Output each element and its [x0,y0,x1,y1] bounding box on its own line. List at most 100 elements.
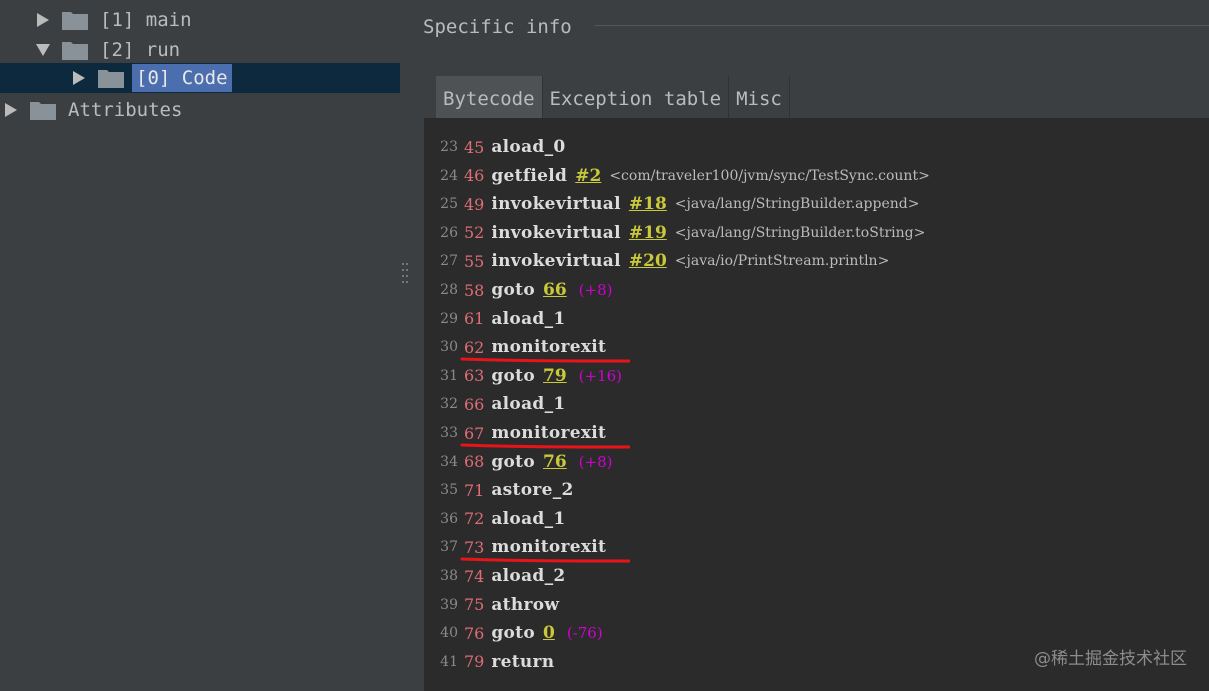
bytecode-offset: 71 [464,480,485,500]
line-number: 41 [440,653,458,670]
tree-item-label: [0] Code [132,64,232,92]
tab-bytecode[interactable]: Bytecode [436,76,543,118]
line-number: 40 [440,625,458,642]
opcode: monitorexit [491,537,607,558]
opcode: monitorexit [491,423,607,443]
bytecode-offset: 66 [464,394,485,414]
tree-item-attributes[interactable]: Attributes [2,95,186,125]
line-number: 24 [440,167,458,184]
tab-exception-table[interactable]: Exception table [542,76,730,118]
watermark: @稀土掘金技术社区 [1034,649,1187,669]
tab-bar: Bytecode Exception table Misc [436,76,790,118]
bytecode-offset: 76 [464,623,485,643]
bytecode-offset: 55 [464,251,485,271]
folder-icon [98,68,124,88]
chevron-down-icon[interactable] [34,41,52,59]
folder-icon [30,100,56,120]
code-row: 28 58 goto 66 (+8) [424,276,612,304]
line-number: 33 [440,425,458,441]
line-number: 34 [440,453,458,470]
bytecode-offset: 79 [464,652,485,672]
splitter-handle[interactable] [400,260,410,290]
line-number: 36 [440,510,458,527]
constant-reference: <java/io/PrintStream.println> [674,253,890,270]
opcode: return [491,651,555,672]
line-number: 38 [440,568,458,584]
opcode: invokevirtual [491,194,621,215]
bytecode-view[interactable]: 23 45 aload_0 24 46 getfield #2 <com/traveler10… [424,118,1209,691]
operand-link[interactable]: #19 [629,223,667,243]
operand-link[interactable]: 0 [543,623,555,643]
title-separator [595,25,1209,26]
opcode: invokevirtual [491,251,621,272]
operand-link[interactable]: #20 [629,251,667,271]
code-row: 29 61 aload_1 [424,305,566,333]
tree-item-label: Attributes [68,99,183,121]
chevron-right-icon[interactable] [70,69,88,87]
jump-delta: (+8) [578,452,613,471]
code-row: 24 46 getfield #2 <com/traveler100/jvm/sync/… [424,162,930,190]
code-row: 41 79 return [424,648,554,676]
bytecode-offset: 67 [464,423,485,443]
code-row: 26 52 invokevirtual #19 <java/lang/StringBui… [424,219,925,247]
jump-delta: (-76) [566,624,603,643]
line-number: 32 [440,396,458,413]
opcode: aload_1 [491,394,566,415]
opcode: aload_1 [491,308,566,329]
operand-link[interactable]: 79 [543,366,567,386]
bytecode-offset: 58 [464,280,485,300]
jump-delta: (+16) [578,366,623,385]
opcode: getfield [491,165,568,186]
bytecode-offset: 52 [464,223,485,243]
jump-delta: (+8) [578,281,613,299]
chevron-right-icon[interactable] [34,11,52,29]
bytecode-offset: 46 [464,166,485,186]
code-row: 27 55 invokevirtual #20 <java/io/PrintStream… [424,247,889,275]
code-row: 23 45 aload_0 [424,133,566,161]
line-number: 26 [440,224,458,241]
code-row: 31 63 goto 79 (+16) [424,362,622,390]
structure-tree-panel: [1] main [2] run [0] Code Attributes [0,0,400,691]
line-number: 39 [440,596,458,613]
tree-item-code[interactable]: [0] Code [0,63,400,93]
opcode: goto [491,451,535,472]
opcode: athrow [491,594,560,615]
bytecode-offset: 74 [464,566,485,586]
code-row: 25 49 invokevirtual #18 <java/lang/StringBui… [424,190,919,218]
opcode: astore_2 [491,480,574,501]
tree-item-run[interactable]: [2] run [34,35,184,65]
bytecode-offset: 68 [464,452,485,472]
bytecode-offset: 75 [464,595,485,615]
constant-reference: <com/traveler100/jvm/sync/TestSync.count… [609,167,930,184]
folder-icon [62,40,88,60]
tab-misc[interactable]: Misc [729,76,790,118]
operand-link[interactable]: 76 [543,452,567,472]
line-number: 23 [440,139,458,155]
folder-icon [62,10,88,30]
panel-title: Specific info [423,16,572,38]
opcode: goto [491,623,535,644]
opcode: goto [491,280,535,300]
line-number: 28 [440,282,458,298]
line-number: 25 [440,196,458,213]
line-number: 35 [440,482,458,499]
opcode: aload_0 [491,137,566,157]
code-row: 38 74 aload_2 [424,562,566,590]
tree-item-label: [2] run [100,39,181,61]
chevron-right-icon[interactable] [2,101,20,119]
line-number: 29 [440,310,458,327]
specific-info-panel: Specific info Bytecode Exception table M… [412,0,1209,691]
bytecode-offset: 63 [464,366,485,386]
opcode: aload_2 [491,566,566,586]
bytecode-offset: 73 [464,537,485,557]
line-number: 27 [440,253,458,270]
constant-reference: <java/lang/StringBuilder.append> [674,196,920,213]
bytecode-offset: 61 [464,309,485,329]
operand-link[interactable]: #18 [629,194,667,214]
tree-item-label: [1] main [100,9,192,31]
code-row: 36 72 aload_1 [424,505,566,533]
operand-link[interactable]: #2 [575,166,601,186]
code-row: 39 75 athrow [424,591,559,619]
tree-item-main[interactable]: [1] main [34,5,196,35]
operand-link[interactable]: 66 [543,280,567,300]
